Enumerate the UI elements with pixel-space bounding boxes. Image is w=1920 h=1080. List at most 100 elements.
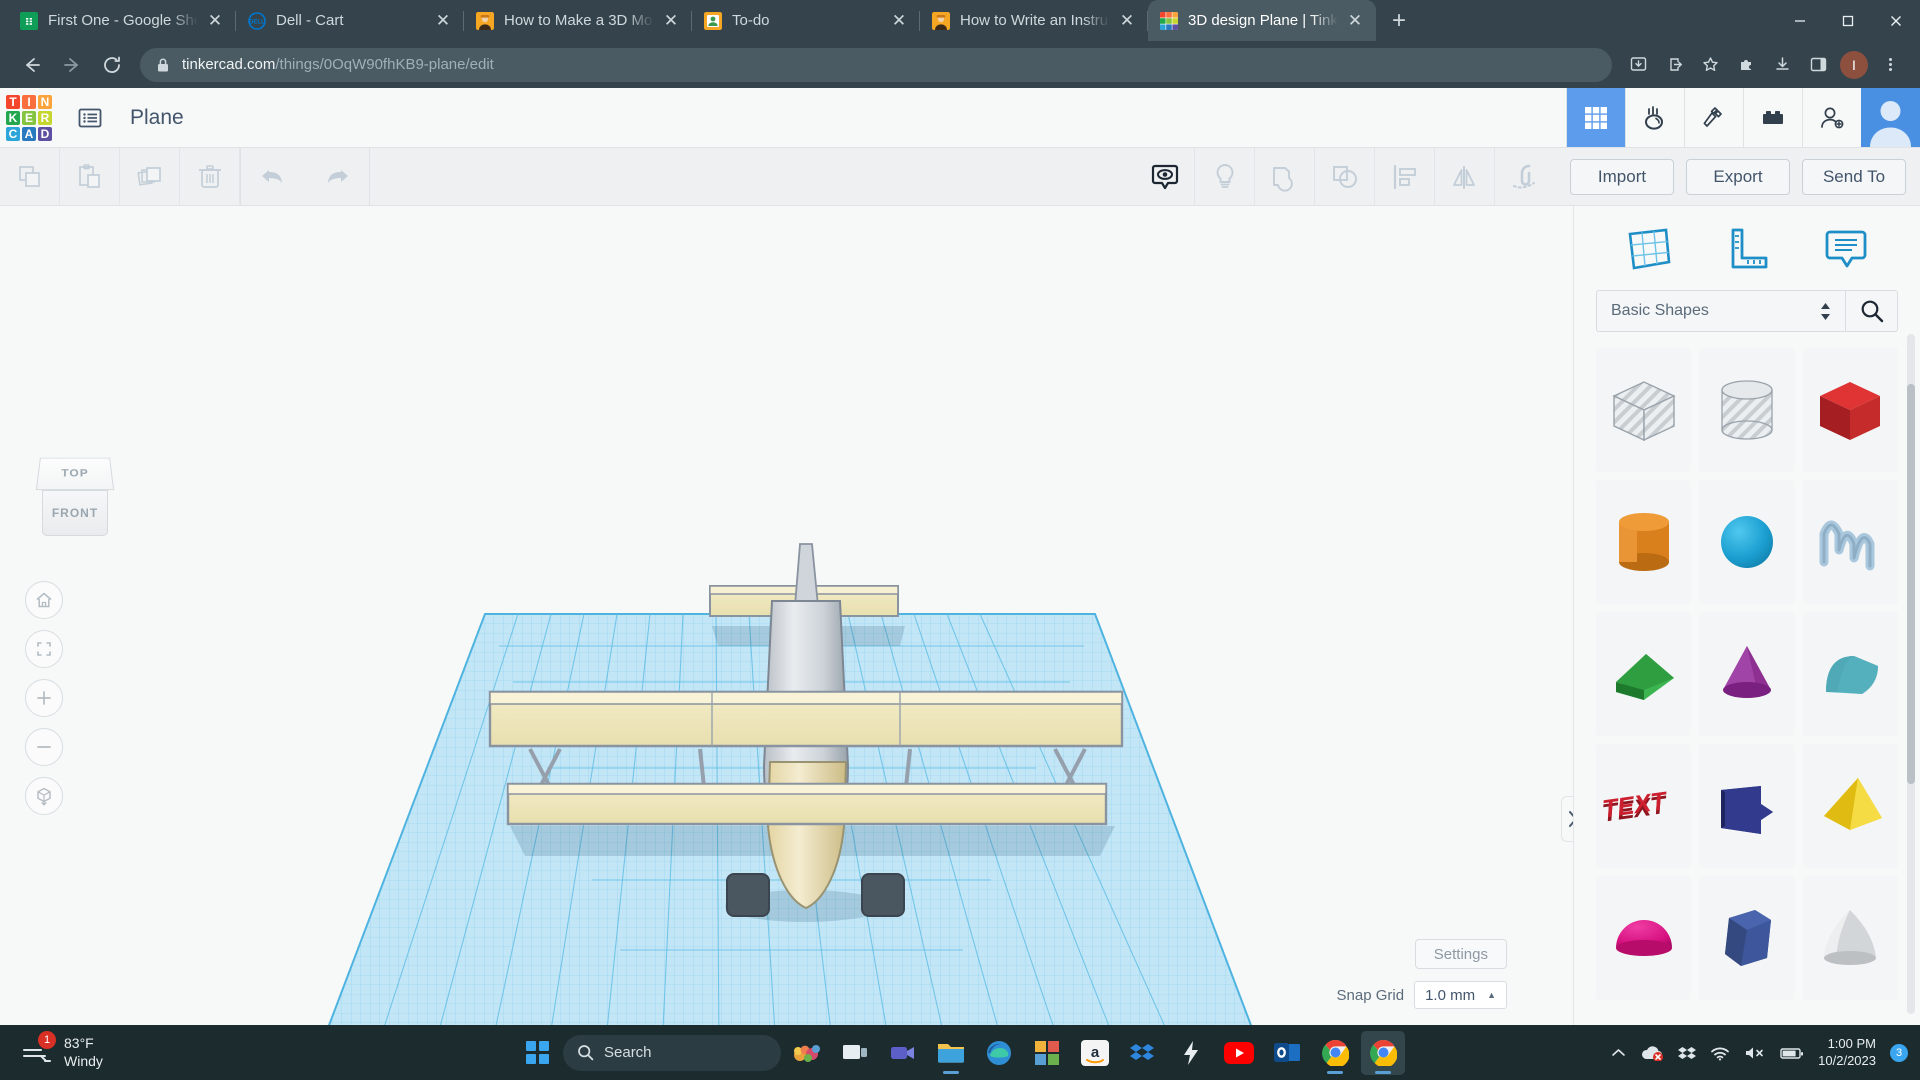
downloads-icon[interactable]: [1764, 47, 1800, 83]
shape-cylinder-hole[interactable]: [1699, 348, 1794, 472]
microsoft-store-icon[interactable]: [1025, 1031, 1069, 1075]
shape-library-select[interactable]: Basic Shapes: [1596, 290, 1846, 332]
shape-box[interactable]: [1803, 348, 1898, 472]
profile-avatar[interactable]: I: [1840, 51, 1868, 79]
magnet-snap-icon[interactable]: [1495, 148, 1555, 206]
wifi-icon[interactable]: [1710, 1045, 1730, 1061]
file-explorer-icon[interactable]: [929, 1031, 973, 1075]
close-icon[interactable]: ✕: [660, 10, 682, 32]
browser-tab[interactable]: First One - Google Sheets ✕: [8, 0, 236, 41]
browser-tab[interactable]: To-do ✕: [692, 0, 920, 41]
shape-cone[interactable]: [1699, 612, 1794, 736]
search-input[interactable]: Search: [563, 1035, 781, 1071]
ungroup-icon[interactable]: [1315, 148, 1375, 206]
fit-all-icon[interactable]: [25, 630, 63, 668]
install-icon[interactable]: [1620, 47, 1656, 83]
view-cube-top[interactable]: TOP: [36, 458, 114, 490]
align-icon[interactable]: [1375, 148, 1435, 206]
browser-tab[interactable]: How to Write an Instructabl ✕: [920, 0, 1148, 41]
close-icon[interactable]: ✕: [204, 10, 226, 32]
note-icon[interactable]: [1818, 220, 1874, 276]
close-icon[interactable]: ✕: [432, 10, 454, 32]
shape-hexagonal-prism[interactable]: [1699, 876, 1794, 1000]
extensions-icon[interactable]: [1728, 47, 1764, 83]
browser-tab[interactable]: DELL Dell - Cart ✕: [236, 0, 464, 41]
browser-tab[interactable]: How to Make a 3D Model P ✕: [464, 0, 692, 41]
undo-icon[interactable]: [241, 148, 305, 206]
bookmark-star-icon[interactable]: [1692, 47, 1728, 83]
workplane-icon[interactable]: [1620, 220, 1676, 276]
sidepanel-icon[interactable]: [1800, 47, 1836, 83]
view-cube[interactable]: TOP FRONT: [32, 454, 122, 540]
ortho-perspective-icon[interactable]: [25, 777, 63, 815]
shape-round-roof[interactable]: [1803, 612, 1898, 736]
codeblocks-icon[interactable]: [1625, 88, 1684, 147]
duplicate-icon[interactable]: [120, 148, 180, 206]
view-cube-front[interactable]: FRONT: [42, 490, 108, 536]
show-hidden-icons-icon[interactable]: [1611, 1047, 1626, 1059]
taskbar-clock[interactable]: 1:00 PM 10/2/2023: [1818, 1036, 1876, 1070]
import-button[interactable]: Import: [1570, 159, 1674, 195]
shape-scribble[interactable]: [1803, 480, 1898, 604]
copy-icon[interactable]: [0, 148, 60, 206]
photos-flowers-icon[interactable]: [785, 1031, 829, 1075]
zoom-out-icon[interactable]: [25, 728, 63, 766]
close-icon[interactable]: ✕: [1116, 10, 1138, 32]
home-view-icon[interactable]: [25, 581, 63, 619]
share-icon[interactable]: [1656, 47, 1692, 83]
mirror-flip-icon[interactable]: [1435, 148, 1495, 206]
amazon-icon[interactable]: a: [1073, 1031, 1117, 1075]
edge-icon[interactable]: [977, 1031, 1021, 1075]
address-bar[interactable]: tinkercad.com /things/0OqW90fhKB9-plane/…: [140, 48, 1612, 82]
flash-icon[interactable]: [1169, 1031, 1213, 1075]
dropbox-icon[interactable]: [1121, 1031, 1165, 1075]
invite-people-icon[interactable]: [1802, 88, 1861, 147]
kebab-menu-icon[interactable]: [1872, 47, 1908, 83]
shape-pyramid[interactable]: [1803, 744, 1898, 868]
show-hide-eye-icon[interactable]: [1135, 148, 1195, 206]
browser-tab-active[interactable]: 3D design Plane | Tinkercad ✕: [1148, 0, 1376, 41]
weather-widget[interactable]: 1 83°F Windy: [18, 1033, 103, 1073]
lego-brick-icon[interactable]: [1743, 88, 1802, 147]
group-icon[interactable]: [1255, 148, 1315, 206]
volume-muted-icon[interactable]: [1744, 1045, 1766, 1061]
teams-icon[interactable]: [881, 1031, 925, 1075]
close-window-icon[interactable]: [1872, 0, 1920, 41]
shape-paraboloid[interactable]: [1803, 876, 1898, 1000]
settings-button[interactable]: Settings: [1415, 939, 1507, 969]
user-avatar-icon[interactable]: [1861, 88, 1920, 147]
ruler-icon[interactable]: [1719, 220, 1775, 276]
maximize-icon[interactable]: [1824, 0, 1872, 41]
youtube-icon[interactable]: [1217, 1031, 1261, 1075]
notification-count-badge[interactable]: 3: [1890, 1044, 1908, 1062]
dropbox-tray-icon[interactable]: [1678, 1045, 1696, 1061]
tinkercad-logo-icon[interactable]: T I N K E R C A D: [6, 95, 52, 141]
collapse-panel-button[interactable]: [1561, 796, 1573, 842]
lightbulb-note-icon[interactable]: [1195, 148, 1255, 206]
paste-icon[interactable]: [60, 148, 120, 206]
panel-scrollbar-thumb[interactable]: [1907, 384, 1915, 784]
chrome-icon[interactable]: [1313, 1031, 1357, 1075]
zoom-in-icon[interactable]: [25, 679, 63, 717]
shape-sphere[interactable]: [1699, 480, 1794, 604]
outlook-icon[interactable]: [1265, 1031, 1309, 1075]
shape-half-sphere[interactable]: [1596, 876, 1691, 1000]
send-to-button[interactable]: Send To: [1802, 159, 1906, 195]
back-icon[interactable]: [12, 47, 52, 83]
panel-scrollbar[interactable]: [1907, 334, 1915, 1014]
task-view-icon[interactable]: [833, 1031, 877, 1075]
shape-box-hole[interactable]: [1596, 348, 1691, 472]
3d-viewport[interactable]: Workplane: [0, 206, 1573, 1025]
delete-trash-icon[interactable]: [180, 148, 240, 206]
start-icon[interactable]: [515, 1031, 559, 1075]
list-panel-icon[interactable]: [70, 98, 110, 138]
blocks-grid-icon[interactable]: [1566, 88, 1625, 147]
minimize-icon[interactable]: [1776, 0, 1824, 41]
chrome-active-icon[interactable]: [1361, 1031, 1405, 1075]
snap-grid-select[interactable]: 1.0 mm ▲: [1414, 981, 1507, 1009]
shape-roof-wedge[interactable]: [1596, 612, 1691, 736]
close-icon[interactable]: ✕: [888, 10, 910, 32]
project-title[interactable]: Plane: [130, 106, 184, 130]
battery-icon[interactable]: [1780, 1046, 1804, 1060]
search-icon[interactable]: [1846, 290, 1898, 332]
